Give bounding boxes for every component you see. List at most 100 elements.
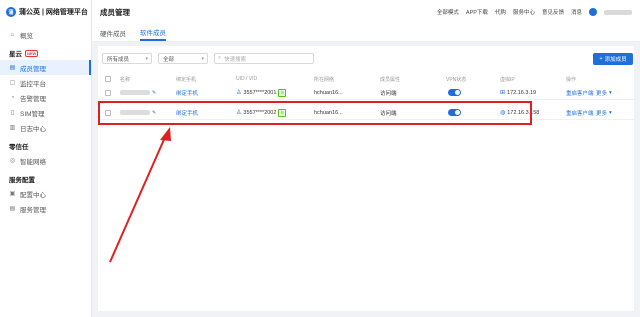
header-link-mode[interactable]: 全部模式 [437, 8, 459, 16]
network-cell: hchuan16... [314, 89, 343, 96]
col-vpn: VPN状态 [446, 76, 467, 83]
chevron-down-icon: ▾ [609, 89, 612, 96]
col-uid: UID / VID [236, 76, 258, 82]
chevron-down-icon: ▾ [201, 55, 204, 62]
col-network: 所在网络 [314, 76, 335, 83]
name-redacted [120, 90, 150, 95]
sidebar-item-label: 智能网络 [20, 158, 46, 166]
add-member-button[interactable]: + 添加成员 [593, 53, 633, 65]
select-value: 全部 [163, 56, 175, 63]
sidebar-item-label: 配置中心 [20, 191, 46, 199]
sidebar-item-label: 日志中心 [20, 125, 46, 133]
search-placeholder: 快速搜索 [224, 56, 247, 63]
scope-select[interactable]: 全部 ▾ [158, 53, 208, 64]
group-title-xingyun: 星云 NEW [0, 46, 91, 60]
member-name: ✎ [120, 90, 156, 96]
search-input[interactable]: ⌕ 快速搜索 [214, 53, 314, 64]
tab-software-members[interactable]: 软件成员 [140, 24, 166, 41]
sidebar-item-smart-network[interactable]: ◎ 智能网络 [0, 153, 91, 168]
filter-bar: 所有成员 ▾ 全部 ▾ ⌕ 快速搜索 [102, 53, 314, 64]
bind-phone-link[interactable]: 绑定手机 [176, 89, 198, 97]
col-attr: 成员属性 [380, 76, 401, 83]
more-label: 更多 [596, 90, 608, 97]
select-all-checkbox[interactable] [105, 76, 111, 82]
sidebar-item-label: 成员管理 [20, 65, 46, 73]
sidebar-item-sim[interactable]: ▯ SIM管理 [0, 105, 91, 120]
sidebar-item-label: 服务管理 [20, 206, 46, 214]
table-row: ✎ 绑定手机 ♙ 3557****2001 账 hchuan16... 访问端 … [98, 86, 634, 100]
sidebar-item-members[interactable]: ▤ 成员管理 [0, 60, 91, 75]
group-label: 服务配置 [9, 177, 35, 184]
user-icon: ♙ [236, 90, 242, 96]
col-phone: 绑定手机 [176, 76, 197, 83]
new-badge: NEW [25, 49, 39, 57]
header-link-feedback[interactable]: 意见反馈 [542, 8, 564, 16]
windows-icon: ⊞ [500, 90, 506, 96]
brand-name: 蒲公英 | 网络管理平台 [19, 9, 88, 16]
sidebar-item-alerts[interactable]: ◔ 告警管理 [0, 90, 91, 105]
sidebar-item-label: 概览 [20, 32, 33, 40]
config-icon: ▣ [9, 191, 16, 197]
header-link-purchase[interactable]: 代购 [495, 8, 506, 16]
sidebar-item-label: SIM管理 [20, 110, 45, 118]
sidebar-item-label: 告警管理 [20, 95, 46, 103]
add-member-label: 添加成员 [604, 57, 627, 63]
plus-icon: + [599, 56, 603, 62]
highlight-box [98, 101, 532, 125]
member-type-select[interactable]: 所有成员 ▾ [102, 53, 152, 64]
more-label: 更多 [596, 110, 608, 117]
header-links: 全部模式 APP下载 代购 服务中心 意见反馈 消息 [437, 8, 632, 16]
group-title-zero-trust: 零信任 [0, 139, 91, 153]
username-redacted[interactable] [604, 9, 632, 15]
uid-cell: ♙ 3557****2001 账 [236, 88, 287, 97]
sidebar-item-overview[interactable]: ⌂ 概览 [0, 27, 91, 42]
header-link-messages[interactable]: 消息 [571, 8, 582, 16]
col-ip: 虚拟IP [500, 76, 515, 83]
network-icon: ◎ [9, 158, 16, 164]
search-icon: ⌕ [218, 55, 222, 61]
tab-hardware-members[interactable]: 硬件成员 [100, 24, 126, 41]
attr-cell: 访问端 [380, 90, 397, 97]
header-link-service[interactable]: 服务中心 [513, 8, 535, 16]
col-name: 名称 [120, 76, 131, 83]
more-menu[interactable]: 更多 ▾ [596, 109, 612, 117]
log-icon: ▥ [9, 125, 16, 131]
edit-icon[interactable]: ✎ [152, 90, 156, 96]
more-menu[interactable]: 更多 ▾ [596, 89, 612, 97]
service-icon: ▤ [9, 206, 16, 212]
chevron-down-icon: ▾ [609, 109, 612, 116]
sidebar-item-label: 监控平台 [20, 80, 46, 88]
chevron-down-icon: ▾ [145, 55, 148, 62]
vpn-toggle[interactable] [448, 89, 461, 96]
group-label: 星云 [9, 51, 22, 58]
sidebar: 蒲 蒲公英 | 网络管理平台 ⌂ 概览 星云 NEW ▤ 成员管理 ▢ 监控平台… [0, 0, 92, 317]
users-icon: ▤ [9, 65, 16, 71]
main-panel: 所有成员 ▾ 全部 ▾ ⌕ 快速搜索 + 添加成员 名称 绑定手机 UID / … [98, 46, 634, 311]
bound-tag: 账 [278, 88, 287, 97]
col-actions: 操作 [566, 76, 577, 83]
sidebar-item-logs[interactable]: ▥ 日志中心 [0, 120, 91, 135]
row-checkbox[interactable] [105, 89, 111, 96]
home-icon: ⌂ [10, 31, 15, 38]
monitor-icon: ▢ [9, 80, 16, 86]
brand[interactable]: 蒲 蒲公英 | 网络管理平台 [0, 0, 91, 24]
restart-client-link[interactable]: 重启客户端 [566, 89, 594, 97]
avatar[interactable] [589, 8, 597, 16]
ip-cell: ⊞ 172.16.3.19 [500, 89, 537, 97]
group-title-service: 服务配置 [0, 172, 91, 186]
uid-value: 3557****2001 [243, 89, 277, 96]
member-tabs: 硬件成员 软件成员 [92, 24, 640, 42]
sidebar-item-service[interactable]: ▤ 服务管理 [0, 201, 91, 216]
bell-icon: ◔ [10, 94, 15, 101]
table-header: 名称 绑定手机 UID / VID 所在网络 成员属性 VPN状态 虚拟IP 操… [98, 74, 634, 84]
page-title: 成员管理 [100, 7, 130, 17]
select-value: 所有成员 [107, 56, 130, 63]
top-header: 成员管理 全部模式 APP下载 代购 服务中心 意见反馈 消息 [92, 0, 640, 24]
restart-client-link[interactable]: 重启客户端 [566, 109, 594, 117]
sidebar-item-config[interactable]: ▣ 配置中心 [0, 186, 91, 201]
group-label: 零信任 [9, 144, 29, 151]
ip-value: 172.16.3.19 [507, 89, 537, 96]
sidebar-item-monitor[interactable]: ▢ 监控平台 [0, 75, 91, 90]
header-link-app[interactable]: APP下载 [466, 8, 488, 16]
brand-logo: 蒲 [6, 7, 16, 17]
